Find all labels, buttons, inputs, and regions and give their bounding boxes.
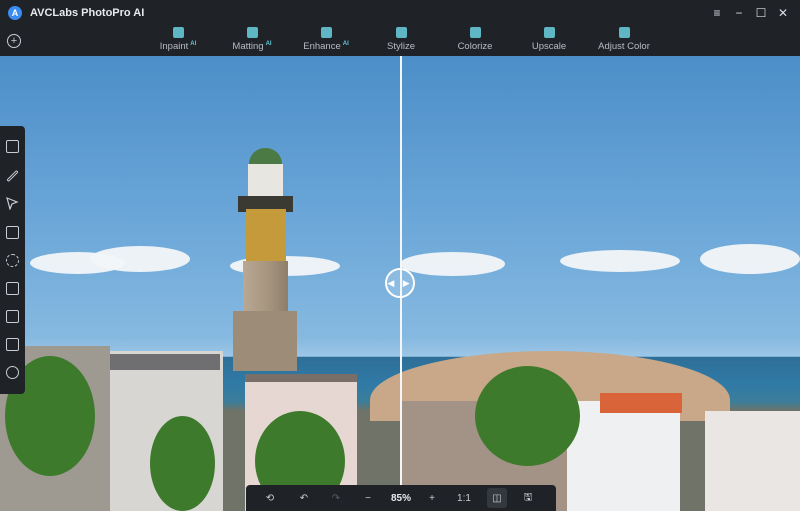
compare-view-icon[interactable]: ◫ <box>487 488 507 508</box>
undo-icon[interactable]: ↶ <box>296 485 312 511</box>
close-button[interactable]: ✕ <box>772 2 794 24</box>
zoom-level: 85% <box>390 492 411 504</box>
tab-enhance-label: Enhance <box>303 41 341 53</box>
history-icon[interactable] <box>6 366 19 379</box>
tab-adjust-color[interactable]: Adjust Color <box>597 26 651 56</box>
tab-upscale-label: Upscale <box>531 41 567 52</box>
rectangle-select-icon[interactable] <box>6 226 19 239</box>
compare-slider-handle[interactable]: ◀ ▶ <box>385 268 415 298</box>
enhance-icon <box>320 27 332 38</box>
window-controls: ≡ − ☐ ✕ <box>706 0 794 26</box>
layers-icon[interactable] <box>6 338 19 351</box>
building <box>705 411 800 511</box>
image-adjust-icon[interactable] <box>6 310 19 323</box>
building-roof <box>110 354 220 370</box>
zoom-in-button[interactable]: + <box>424 485 440 511</box>
adjust-color-icon <box>618 27 630 38</box>
ai-badge: AI <box>190 41 197 47</box>
building-roof <box>245 374 357 382</box>
ellipse-select-icon[interactable] <box>6 254 19 267</box>
tab-stylize[interactable]: Stylize <box>386 26 416 56</box>
reset-icon[interactable]: ⟲ <box>262 485 278 511</box>
portrait-icon[interactable] <box>6 282 19 295</box>
maximize-button[interactable]: ☐ <box>750 2 772 24</box>
zoom-out-button[interactable]: − <box>360 485 376 511</box>
edit-image-icon[interactable] <box>6 140 19 153</box>
bottom-bar: ⟲ ↶ ↷ − 85% + 1:1 ◫ 🖫 <box>246 485 556 511</box>
tree <box>475 366 580 466</box>
lighthouse-band <box>246 209 286 261</box>
title-bar: A AVCLabs PhotoPro AI ≡ − ☐ ✕ <box>0 0 800 26</box>
upscale-icon <box>543 27 555 38</box>
left-tool-sidebar <box>0 126 25 394</box>
lighthouse-base <box>233 311 297 371</box>
app-title: AVCLabs PhotoPro AI <box>30 7 145 19</box>
cloud <box>700 244 800 274</box>
building-roof <box>600 393 682 413</box>
tab-matting-label: Matting <box>232 41 264 53</box>
cloud <box>90 246 190 272</box>
ai-badge: AI <box>342 41 349 47</box>
inpaint-icon <box>172 27 184 38</box>
tree <box>150 416 215 511</box>
tab-upscale[interactable]: Upscale <box>532 26 566 56</box>
actual-size-button[interactable]: 1:1 <box>454 485 474 511</box>
brush-icon[interactable] <box>6 169 19 183</box>
matting-icon <box>246 27 258 38</box>
menu-icon[interactable]: ≡ <box>706 2 728 24</box>
cloud <box>560 250 680 272</box>
building <box>565 401 680 511</box>
tab-stylize-label: Stylize <box>387 41 415 52</box>
app-logo: A <box>8 6 22 20</box>
minimize-button[interactable]: − <box>728 2 750 24</box>
tab-inpaint-label: Inpaint <box>159 41 189 53</box>
tab-inpaint[interactable]: Inpaint AI <box>158 26 198 56</box>
select-arrow-icon[interactable] <box>6 196 19 211</box>
cloud <box>400 252 505 276</box>
top-toolbar: + Inpaint AI Matting AI Enhance AI Stylize … <box>0 26 800 56</box>
tab-colorize-label: Colorize <box>457 41 493 52</box>
tab-enhance[interactable]: Enhance AI <box>303 26 349 56</box>
colorize-icon <box>469 27 481 38</box>
save-icon[interactable]: 🖫 <box>520 485 536 511</box>
tab-colorize[interactable]: Colorize <box>457 26 493 56</box>
ai-badge: AI <box>265 41 272 47</box>
tab-matting[interactable]: Matting AI <box>231 26 273 56</box>
tab-adjust-color-label: Adjust Color <box>598 41 650 52</box>
redo-icon[interactable]: ↷ <box>328 485 344 511</box>
add-image-button[interactable]: + <box>7 34 21 48</box>
stylize-icon <box>395 27 407 38</box>
